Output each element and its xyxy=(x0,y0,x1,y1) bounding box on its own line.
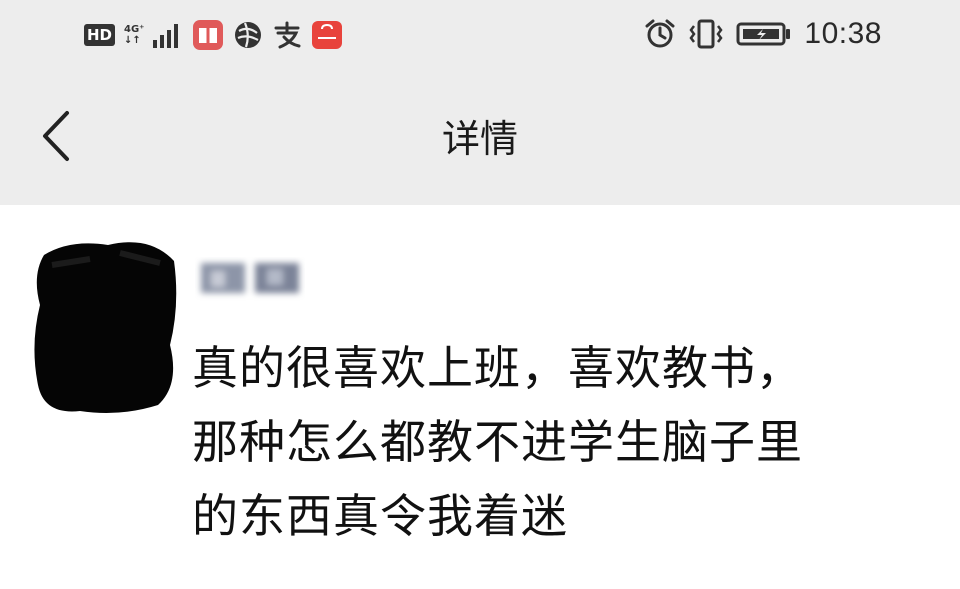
status-left-icons: HD 4G⁺ ↓↑ xyxy=(84,18,343,52)
page-title: 详情 xyxy=(441,117,518,161)
post-text: 真的很喜欢上班，喜欢教书， 那种怎么都教不进学生脑子里 的东西真令我着迷 xyxy=(192,331,912,553)
huawei-app-icon xyxy=(312,21,343,49)
network-type-indicator: 4G⁺ ↓↑ xyxy=(124,24,144,46)
vibrate-mode-icon xyxy=(689,19,723,49)
signal-strength-icon xyxy=(153,24,179,48)
redacted-avatar[interactable] xyxy=(30,235,180,415)
data-activity-arrows: ↓↑ xyxy=(124,35,141,46)
reader-app-icon xyxy=(193,20,224,50)
network-type-label: 4G⁺ xyxy=(124,24,145,35)
battery-charging-icon xyxy=(736,22,791,46)
alipay-icon xyxy=(274,21,301,49)
browser-app-icon xyxy=(235,22,262,48)
hd-voice-badge: HD xyxy=(84,24,116,46)
post-text-line: 的东西真令我着迷 xyxy=(192,489,568,543)
status-right-icons: 10:38 xyxy=(644,14,882,54)
clock-time: 10:38 xyxy=(804,17,882,50)
post-text-line: 真的很喜欢上班，喜欢教书， xyxy=(192,341,803,395)
post-text-line: 那种怎么都教不进学生脑子里 xyxy=(192,415,803,469)
navigation-bar: 详情 xyxy=(0,72,960,205)
alarm-clock-icon xyxy=(645,19,675,48)
status-bar: HD 4G⁺ ↓↑ 10:38 xyxy=(0,0,960,72)
post-card: 真的很喜欢上班，喜欢教书， 那种怎么都教不进学生脑子里 的东西真令我着迷 xyxy=(0,205,960,589)
blurred-username[interactable] xyxy=(195,257,305,303)
